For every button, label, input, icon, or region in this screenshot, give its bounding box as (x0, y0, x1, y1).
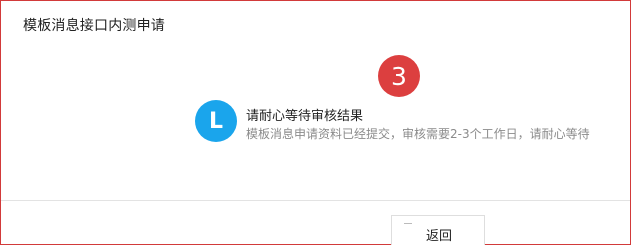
step-badge: 3 (378, 55, 420, 97)
status-title: 请耐心等待审核结果 (246, 109, 364, 124)
back-button-mark (404, 223, 412, 224)
avatar-letter: L (208, 108, 224, 134)
back-button[interactable]: 返回 (391, 215, 485, 245)
step-number: 3 (391, 61, 407, 91)
status-description: 模板消息申请资料已经提交，审核需要2-3个工作日，请耐心等待 (246, 127, 590, 141)
footer-divider (1, 200, 630, 201)
dialog-title: 模板消息接口内测申请 (23, 18, 165, 34)
back-button-label: 返回 (426, 229, 453, 244)
status-avatar-icon: L (195, 100, 237, 142)
dialog: 模板消息接口内测申请 3 L 请耐心等待审核结果 模板消息申请资料已经提交，审核… (0, 0, 631, 245)
